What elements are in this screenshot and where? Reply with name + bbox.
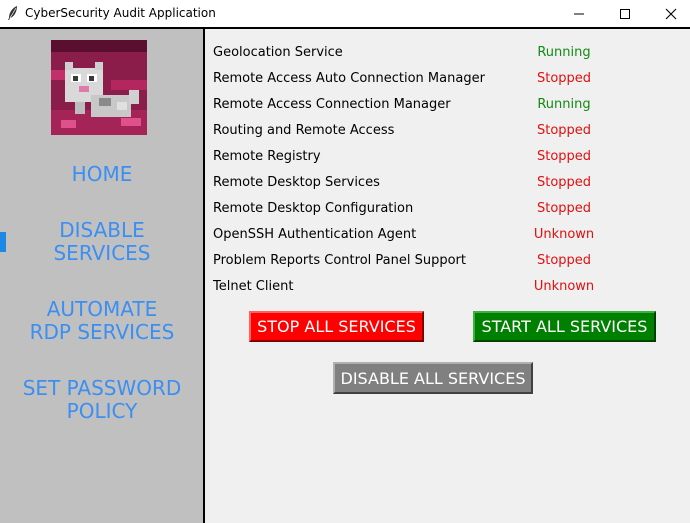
service-status-text: Stopped	[536, 123, 592, 138]
service-name: Problem Reports Control Panel Support	[213, 253, 466, 268]
start-all-services-button[interactable]: START ALL SERVICES	[473, 311, 656, 342]
service-name: Telnet Client	[213, 279, 294, 294]
service-status-text: Stopped	[536, 175, 592, 190]
service-name: Remote Access Connection Manager	[213, 97, 451, 112]
nav-disable-services-label-line1: DISABLE	[59, 218, 145, 242]
close-icon	[665, 8, 677, 19]
service-name: Remote Desktop Services	[213, 175, 380, 190]
nav-set-password-policy[interactable]: SET PASSWORD POLICY	[0, 377, 204, 423]
service-row: Remote Access Auto Connection Manager St…	[213, 69, 653, 95]
service-row: Routing and Remote Access Stopped	[213, 121, 653, 147]
close-button[interactable]	[648, 0, 690, 27]
service-row: Remote Registry Stopped	[213, 147, 653, 173]
service-status-text: Unknown	[533, 227, 595, 242]
disable-all-services-button[interactable]: DISABLE ALL SERVICES	[333, 362, 533, 394]
sidebar: HOME DISABLE SERVICES AUTOMATE RDP SERVI…	[0, 29, 204, 523]
service-status-text: Stopped	[536, 149, 592, 164]
service-row: OpenSSH Authentication Agent Unknown	[213, 225, 653, 251]
service-name: Routing and Remote Access	[213, 123, 395, 138]
services-list: Geolocation Service Running Remote Acces…	[213, 43, 653, 303]
service-status-text: Stopped	[536, 71, 592, 86]
feather-icon	[8, 6, 17, 20]
service-row: Telnet Client Unknown	[213, 277, 653, 303]
service-name: Remote Desktop Configuration	[213, 201, 414, 216]
nav-automate-rdp-services[interactable]: AUTOMATE RDP SERVICES	[0, 298, 204, 344]
window-title: CyberSecurity Audit Application	[25, 6, 216, 20]
service-status-text: Stopped	[536, 201, 592, 216]
avatar	[51, 40, 147, 135]
service-name: Remote Registry	[213, 149, 321, 164]
service-row: Remote Desktop Configuration Stopped	[213, 199, 653, 225]
maximize-button[interactable]	[602, 0, 648, 27]
service-name: Remote Access Auto Connection Manager	[213, 71, 485, 86]
service-row: Geolocation Service Running	[213, 43, 653, 69]
service-row: Remote Desktop Services Stopped	[213, 173, 653, 199]
service-row: Remote Access Connection Manager Running	[213, 95, 653, 121]
minimize-icon	[574, 13, 584, 14]
service-name: OpenSSH Authentication Agent	[213, 227, 417, 242]
nav-automate-rdp-label-line1: AUTOMATE	[46, 297, 158, 321]
nav-password-policy-label-line1: SET PASSWORD	[22, 376, 182, 400]
service-status-text: Running	[537, 45, 591, 60]
minimize-button[interactable]	[556, 0, 602, 27]
nav-disable-services-label-line2: SERVICES	[53, 241, 151, 265]
nav-automate-rdp-label-line2: RDP SERVICES	[29, 320, 175, 344]
service-status-text: Stopped	[536, 253, 592, 268]
service-row: Problem Reports Control Panel Support St…	[213, 251, 653, 277]
nav-password-policy-label-line2: POLICY	[66, 399, 138, 423]
service-name: Geolocation Service	[213, 45, 343, 60]
title-bar: CyberSecurity Audit Application	[0, 0, 690, 27]
stop-all-services-button[interactable]: STOP ALL SERVICES	[249, 311, 424, 342]
sidebar-divider	[203, 27, 205, 523]
nav-home-label: HOME	[71, 162, 133, 186]
service-status-text: Running	[537, 97, 591, 112]
nav-home[interactable]: HOME	[0, 163, 204, 186]
nav-disable-services[interactable]: DISABLE SERVICES	[0, 219, 204, 265]
service-status-text: Unknown	[533, 279, 595, 294]
maximize-icon	[620, 8, 630, 19]
